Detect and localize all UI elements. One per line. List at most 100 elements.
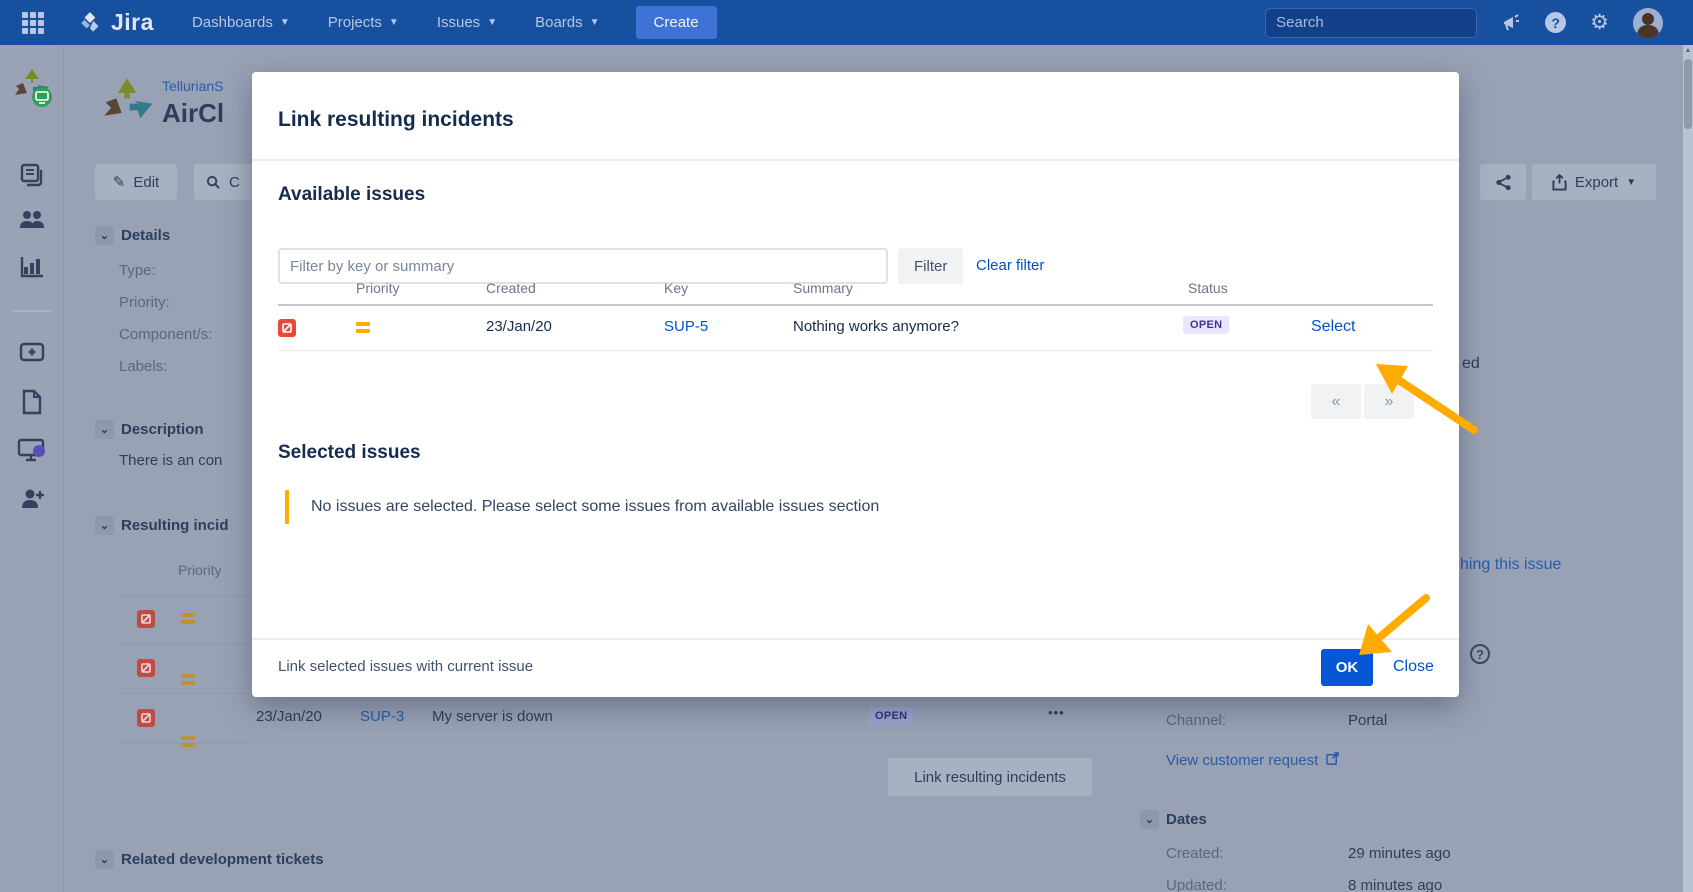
- nav-menu-projects[interactable]: Projects▼: [328, 14, 399, 31]
- issues-table-header: Priority Created Key Summary Status: [278, 272, 1433, 304]
- priority-medium-icon: [181, 613, 195, 625]
- jira-wordmark: Jira: [111, 9, 154, 36]
- document-icon[interactable]: [21, 389, 43, 420]
- page-scrollbar[interactable]: ▲: [1683, 45, 1693, 892]
- field-label-components: Component/s:: [119, 326, 212, 343]
- created-value: 29 minutes ago: [1348, 845, 1451, 862]
- search-input[interactable]: [1276, 14, 1475, 31]
- close-link[interactable]: Close: [1393, 658, 1434, 676]
- dates-heading: Dates: [1166, 811, 1207, 828]
- select-issue-link[interactable]: Select: [1311, 318, 1355, 336]
- chevron-down-icon: ▼: [487, 17, 497, 28]
- details-collapse-icon[interactable]: ⌄: [95, 226, 114, 245]
- settings-gear-icon[interactable]: ⚙: [1590, 10, 1609, 35]
- scrollbar-thumb[interactable]: [1684, 59, 1692, 129]
- global-search[interactable]: [1265, 8, 1477, 38]
- announcements-icon[interactable]: [1501, 13, 1521, 33]
- bg-row-created: 23/Jan/20: [256, 708, 322, 725]
- incident-type-icon: [137, 659, 155, 677]
- field-label-labels: Labels:: [119, 358, 167, 375]
- nav-menu-issues[interactable]: Issues▼: [437, 14, 497, 31]
- incident-type-icon: [137, 610, 155, 628]
- chevron-down-icon: ▼: [590, 17, 600, 28]
- row-more-options-icon[interactable]: •••: [1048, 705, 1065, 720]
- resulting-incidents-collapse-icon[interactable]: ⌄: [95, 516, 114, 535]
- col-priority: Priority: [356, 280, 400, 296]
- empty-selection-message: No issues are selected. Please select so…: [285, 490, 879, 524]
- nav-menu-boards[interactable]: Boards▼: [535, 14, 599, 31]
- created-label: Created:: [1166, 845, 1224, 862]
- field-label-priority: Priority:: [119, 294, 170, 311]
- chevron-down-icon: ▼: [1626, 177, 1636, 188]
- customers-icon[interactable]: [18, 208, 46, 237]
- details-heading: Details: [121, 227, 170, 244]
- jira-issue-page: Jira Dashboards▼ Projects▼ Issues▼ Board…: [0, 0, 1693, 892]
- dialog-title: Link resulting incidents: [278, 108, 514, 132]
- description-heading: Description: [121, 421, 204, 438]
- row-created: 23/Jan/20: [486, 318, 552, 335]
- export-button[interactable]: Export ▼: [1532, 164, 1656, 200]
- priority-medium-icon: [356, 322, 370, 334]
- app-switcher-icon[interactable]: [22, 12, 44, 34]
- help-icon[interactable]: ?: [1545, 12, 1566, 33]
- jira-mark-icon: [78, 10, 104, 36]
- priority-medium-icon: [181, 674, 195, 686]
- description-collapse-icon[interactable]: ⌄: [95, 420, 114, 439]
- previous-page-button[interactable]: «: [1311, 384, 1361, 419]
- project-avatar: [99, 73, 155, 129]
- clipped-text-fragment: ed: [1462, 355, 1480, 373]
- project-avatar-small[interactable]: [11, 65, 53, 114]
- ok-button[interactable]: OK: [1321, 649, 1373, 686]
- raise-request-icon[interactable]: [19, 342, 45, 367]
- monitor-widget-icon[interactable]: [17, 437, 47, 468]
- warning-bar-icon: [285, 490, 289, 524]
- link-resulting-incidents-dialog: Link resulting incidents Available issue…: [252, 72, 1459, 697]
- table-row-divider: [278, 350, 1433, 351]
- project-sidebar: [0, 45, 64, 892]
- create-button[interactable]: Create: [636, 6, 717, 39]
- incident-type-icon: [137, 709, 155, 727]
- queues-icon[interactable]: [19, 162, 45, 193]
- bg-row-key-link[interactable]: SUP-3: [360, 708, 404, 725]
- scroll-up-icon[interactable]: ▲: [1683, 47, 1693, 54]
- page-title: AirCl: [162, 98, 250, 129]
- jira-logo[interactable]: Jira: [78, 9, 154, 36]
- watch-issue-link-fragment[interactable]: hing this issue: [1460, 556, 1561, 574]
- edit-button[interactable]: ✎ Edit: [95, 164, 177, 200]
- description-text: There is an con: [119, 452, 252, 469]
- bg-row-summary: My server is down: [432, 708, 553, 725]
- external-link-icon: [1326, 752, 1339, 765]
- user-avatar[interactable]: [1633, 8, 1663, 38]
- issue-row-sup5: 23/Jan/20 SUP-5 Nothing works anymore? O…: [278, 306, 1433, 350]
- footer-note: Link selected issues with current issue: [278, 658, 533, 675]
- col-created: Created: [486, 280, 536, 296]
- status-badge: OPEN: [1183, 316, 1229, 334]
- invite-person-icon[interactable]: [19, 487, 45, 516]
- dates-collapse-icon[interactable]: ⌄: [1140, 810, 1159, 829]
- help-circle-icon[interactable]: ?: [1470, 644, 1490, 664]
- bg-status-badge: OPEN: [869, 707, 913, 725]
- incident-type-icon: [278, 319, 296, 337]
- view-customer-request-link[interactable]: View customer request: [1166, 752, 1339, 769]
- share-icon: [1495, 174, 1512, 191]
- share-button[interactable]: [1480, 164, 1526, 200]
- updated-label: Updated:: [1166, 877, 1227, 892]
- chevron-down-icon: ▼: [389, 17, 399, 28]
- link-resulting-incidents-button[interactable]: Link resulting incidents: [888, 758, 1092, 796]
- col-summary: Summary: [793, 280, 853, 296]
- field-label-type: Type:: [119, 262, 156, 279]
- bg-table-priority-header: Priority: [178, 562, 222, 578]
- dialog-footer-divider: [252, 638, 1459, 640]
- magnifier-icon: [206, 175, 221, 190]
- next-page-button[interactable]: »: [1364, 384, 1414, 419]
- breadcrumb[interactable]: TellurianS: [162, 78, 250, 94]
- pagination: « »: [1311, 384, 1414, 419]
- col-key: Key: [664, 280, 688, 296]
- nav-menu-dashboards[interactable]: Dashboards▼: [192, 14, 290, 31]
- resulting-incidents-heading: Resulting incid: [121, 517, 252, 534]
- channel-label: Channel:: [1166, 712, 1226, 729]
- reports-icon[interactable]: [19, 255, 45, 284]
- related-tickets-collapse-icon[interactable]: ⌄: [95, 850, 114, 869]
- row-key-link[interactable]: SUP-5: [664, 318, 708, 335]
- export-icon: [1552, 174, 1567, 191]
